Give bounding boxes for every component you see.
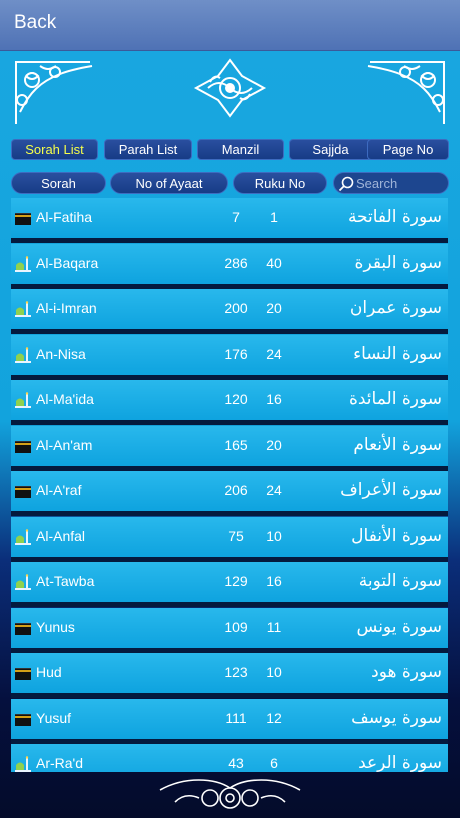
surah-arabic-name: سورة يوسف [351, 707, 442, 728]
footer-ornament [159, 779, 301, 809]
surah-row[interactable]: Al-A'raf 206 24 سورة الأعراف [11, 471, 448, 516]
tab-bar: Sorah List Parah List Manzil Sajjda Page… [11, 139, 451, 161]
surah-row[interactable]: Al-Fatiha 7 1 سورة الفاتحة [11, 198, 448, 243]
ayaat-count: 123 [224, 664, 248, 680]
surah-arabic-name: سورة المائدة [348, 389, 442, 409]
surah-arabic-name: سورة عمران [349, 298, 442, 318]
surah-name: Yunus [36, 618, 75, 635]
mosque-icon [14, 574, 32, 590]
sort-ruku-button[interactable]: Ruku No [233, 172, 327, 194]
ayaat-count: 286 [224, 254, 248, 271]
kaaba-icon [14, 438, 32, 454]
mosque-icon [14, 346, 32, 363]
ruku-count: 20 [266, 300, 282, 316]
surah-list: Al-Fatiha 7 1 سورة الفاتحة Al-Baqara 286 40 سور… [11, 198, 448, 772]
back-button[interactable]: Back [14, 12, 56, 34]
ayaat-count: 200 [224, 300, 248, 316]
surah-row[interactable]: Yusuf 111 12 سورة يوسف [11, 698, 448, 744]
mosque-icon [14, 756, 32, 772]
ruku-count: 16 [266, 391, 282, 407]
ruku-count: 24 [266, 345, 282, 362]
surah-name: Al-Ma'ida [36, 391, 94, 407]
kaaba-icon [14, 711, 32, 727]
ruku-count: 12 [266, 709, 282, 726]
ayaat-count: 43 [228, 755, 244, 771]
tab-manzil[interactable]: Manzil [197, 139, 284, 160]
tab-sajjda[interactable]: Sajjda [289, 139, 372, 160]
surah-row[interactable]: Ar-Ra'd 43 6 سورة الرعد [11, 744, 448, 772]
mosque-icon [14, 392, 32, 408]
surah-arabic-name: سورة الرعد [358, 753, 442, 772]
ayaat-count: 165 [224, 436, 248, 453]
surah-row[interactable]: Al-Anfal 75 10 سورة الأنفال [11, 516, 448, 562]
surah-name: Al-Anfal [36, 527, 86, 544]
search-icon [338, 176, 354, 192]
center-medallion [193, 58, 267, 118]
ruku-count: 10 [266, 527, 282, 544]
surah-arabic-name: سورة النساء [353, 343, 442, 364]
surah-row[interactable]: An-Nisa 176 24 سورة النساء [11, 334, 448, 380]
ayaat-count: 7 [232, 209, 240, 225]
sort-ayaat-button[interactable]: No of Ayaat [110, 172, 228, 194]
ruku-count: 11 [266, 618, 282, 635]
mosque-icon [14, 528, 32, 545]
ayaat-count: 206 [224, 482, 248, 498]
surah-arabic-name: سورة الأعراف [340, 480, 442, 500]
surah-name: Al-An'am [36, 436, 93, 453]
surah-arabic-name: سورة الأنفال [351, 525, 442, 546]
surah-arabic-name: سورة يونس [356, 616, 442, 637]
kaaba-icon [14, 620, 32, 636]
surah-name: Al-Fatiha [36, 209, 93, 225]
ruku-count: 10 [266, 664, 282, 680]
ayaat-count: 75 [228, 527, 244, 544]
surah-name: At-Tawba [36, 573, 95, 589]
navigation-bar: Back [0, 0, 460, 51]
surah-arabic-name: سورة هود [371, 662, 442, 682]
ruku-count: 1 [270, 209, 278, 225]
surah-name: Al-Baqara [36, 254, 99, 271]
ruku-count: 24 [266, 482, 282, 498]
surah-arabic-name: سورة البقرة [354, 252, 442, 273]
ayaat-count: 111 [225, 709, 247, 726]
corner-ornament-right [367, 61, 445, 124]
ayaat-count: 109 [224, 618, 248, 635]
ruku-count: 40 [266, 254, 282, 271]
ruku-count: 20 [266, 436, 282, 453]
corner-ornament-left [15, 61, 93, 124]
ayaat-count: 120 [224, 391, 248, 407]
surah-row[interactable]: Al-Ma'ida 120 16 سورة المائدة [11, 380, 448, 425]
ornamental-header-art [15, 58, 445, 124]
ruku-count: 16 [266, 573, 282, 589]
surah-row[interactable]: At-Tawba 129 16 سورة التوبة [11, 562, 448, 607]
kaaba-icon [14, 483, 32, 499]
surah-arabic-name: سورة التوبة [358, 571, 442, 591]
sort-bar: Sorah No of Ayaat Ruku No [11, 172, 451, 195]
search-input[interactable] [356, 174, 444, 192]
surah-row[interactable]: Hud 123 10 سورة هود [11, 653, 448, 698]
surah-name: Ar-Ra'd [36, 755, 84, 771]
surah-arabic-name: سورة الأنعام [353, 434, 442, 455]
ayaat-count: 129 [224, 573, 248, 589]
surah-name: Al-i-Imran [36, 300, 97, 316]
surah-row[interactable]: Al-Baqara 286 40 سورة البقرة [11, 243, 448, 289]
tab-page-no[interactable]: Page No [367, 139, 449, 160]
surah-row[interactable]: Al-i-Imran 200 20 سورة عمران [11, 289, 448, 334]
sort-sorah-button[interactable]: Sorah [11, 172, 106, 194]
surah-name: An-Nisa [36, 345, 86, 362]
surah-name: Yusuf [36, 709, 72, 726]
mosque-icon [14, 301, 32, 317]
surah-row[interactable]: Al-An'am 165 20 سورة الأنعام [11, 425, 448, 471]
ruku-count: 6 [270, 755, 278, 771]
tab-parah-list[interactable]: Parah List [104, 139, 192, 160]
ayaat-count: 176 [224, 345, 248, 362]
kaaba-icon [14, 665, 32, 681]
surah-name: Al-A'raf [36, 482, 82, 498]
tab-sorah-list[interactable]: Sorah List [11, 139, 98, 160]
kaaba-icon [14, 210, 32, 226]
mosque-icon [14, 255, 32, 272]
surah-row[interactable]: Yunus 109 11 سورة يونس [11, 607, 448, 653]
surah-name: Hud [36, 664, 62, 680]
surah-arabic-name: سورة الفاتحة [347, 207, 442, 227]
search-box[interactable] [333, 172, 449, 194]
